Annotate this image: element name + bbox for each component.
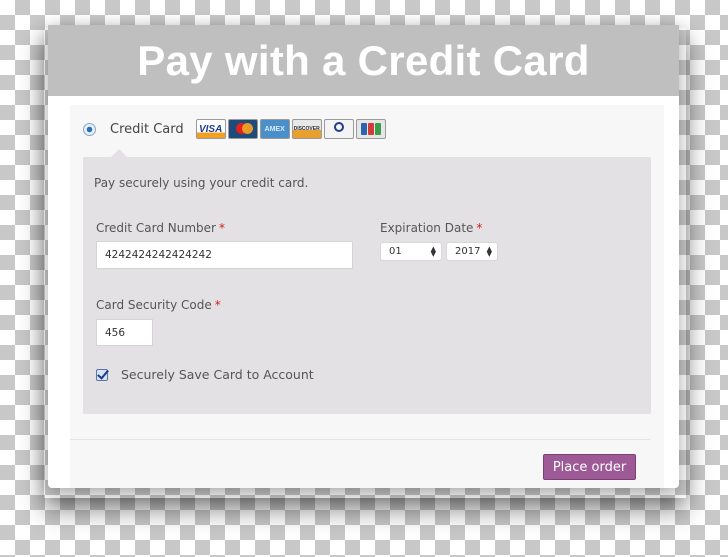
visa-icon: VISA [195, 119, 226, 139]
card-number-input[interactable] [96, 241, 353, 269]
select-arrows-icon: ▲ ▼ [486, 244, 492, 258]
expiration-month-value: 01 [389, 246, 402, 257]
jcb-icon [355, 119, 386, 139]
payment-panel: Pay with a Credit Card Credit Card VISA … [48, 25, 679, 488]
divider [70, 439, 650, 440]
required-mark: * [476, 221, 483, 235]
expiration-year-select[interactable]: 2017 ▲ ▼ [446, 242, 498, 261]
credit-card-radio[interactable] [83, 122, 96, 136]
card-number-label-text: Credit Card Number [96, 221, 216, 235]
payment-section: Credit Card VISA AMEX DISCOVER Pay secur… [70, 105, 664, 488]
header: Pay with a Credit Card [48, 25, 679, 96]
select-arrows-icon: ▲ ▼ [430, 244, 436, 258]
save-card-label: Securely Save Card to Account [121, 367, 314, 382]
expiration-date-label-text: Expiration Date [380, 221, 474, 235]
discover-icon: DISCOVER [291, 119, 322, 139]
save-card-checkbox[interactable] [96, 368, 108, 381]
required-mark: * [219, 221, 225, 235]
required-mark: * [214, 298, 221, 312]
diners-club-icon [323, 119, 354, 139]
expiration-month-select[interactable]: 01 ▲ ▼ [380, 242, 442, 261]
credit-card-form: Pay securely using your credit card. Cre… [83, 149, 651, 414]
mastercard-icon [227, 119, 258, 139]
form-description: Pay securely using your credit card. [94, 176, 309, 190]
card-logos: VISA AMEX DISCOVER [195, 119, 386, 139]
security-code-label-text: Card Security Code [96, 298, 212, 312]
save-card-option[interactable]: Securely Save Card to Account [96, 367, 314, 382]
payment-method-credit-card[interactable]: Credit Card VISA AMEX DISCOVER [70, 119, 386, 139]
security-code-input[interactable] [96, 319, 153, 346]
card-number-label: Credit Card Number * [96, 221, 225, 235]
place-order-button[interactable]: Place order [543, 454, 636, 480]
expiration-date-label: Expiration Date * [380, 221, 482, 235]
payment-method-label: Credit Card [110, 121, 184, 137]
security-code-label: Card Security Code * [96, 298, 221, 312]
expiration-year-value: 2017 [455, 246, 481, 257]
amex-icon: AMEX [259, 119, 290, 139]
page-title: Pay with a Credit Card [137, 36, 590, 84]
